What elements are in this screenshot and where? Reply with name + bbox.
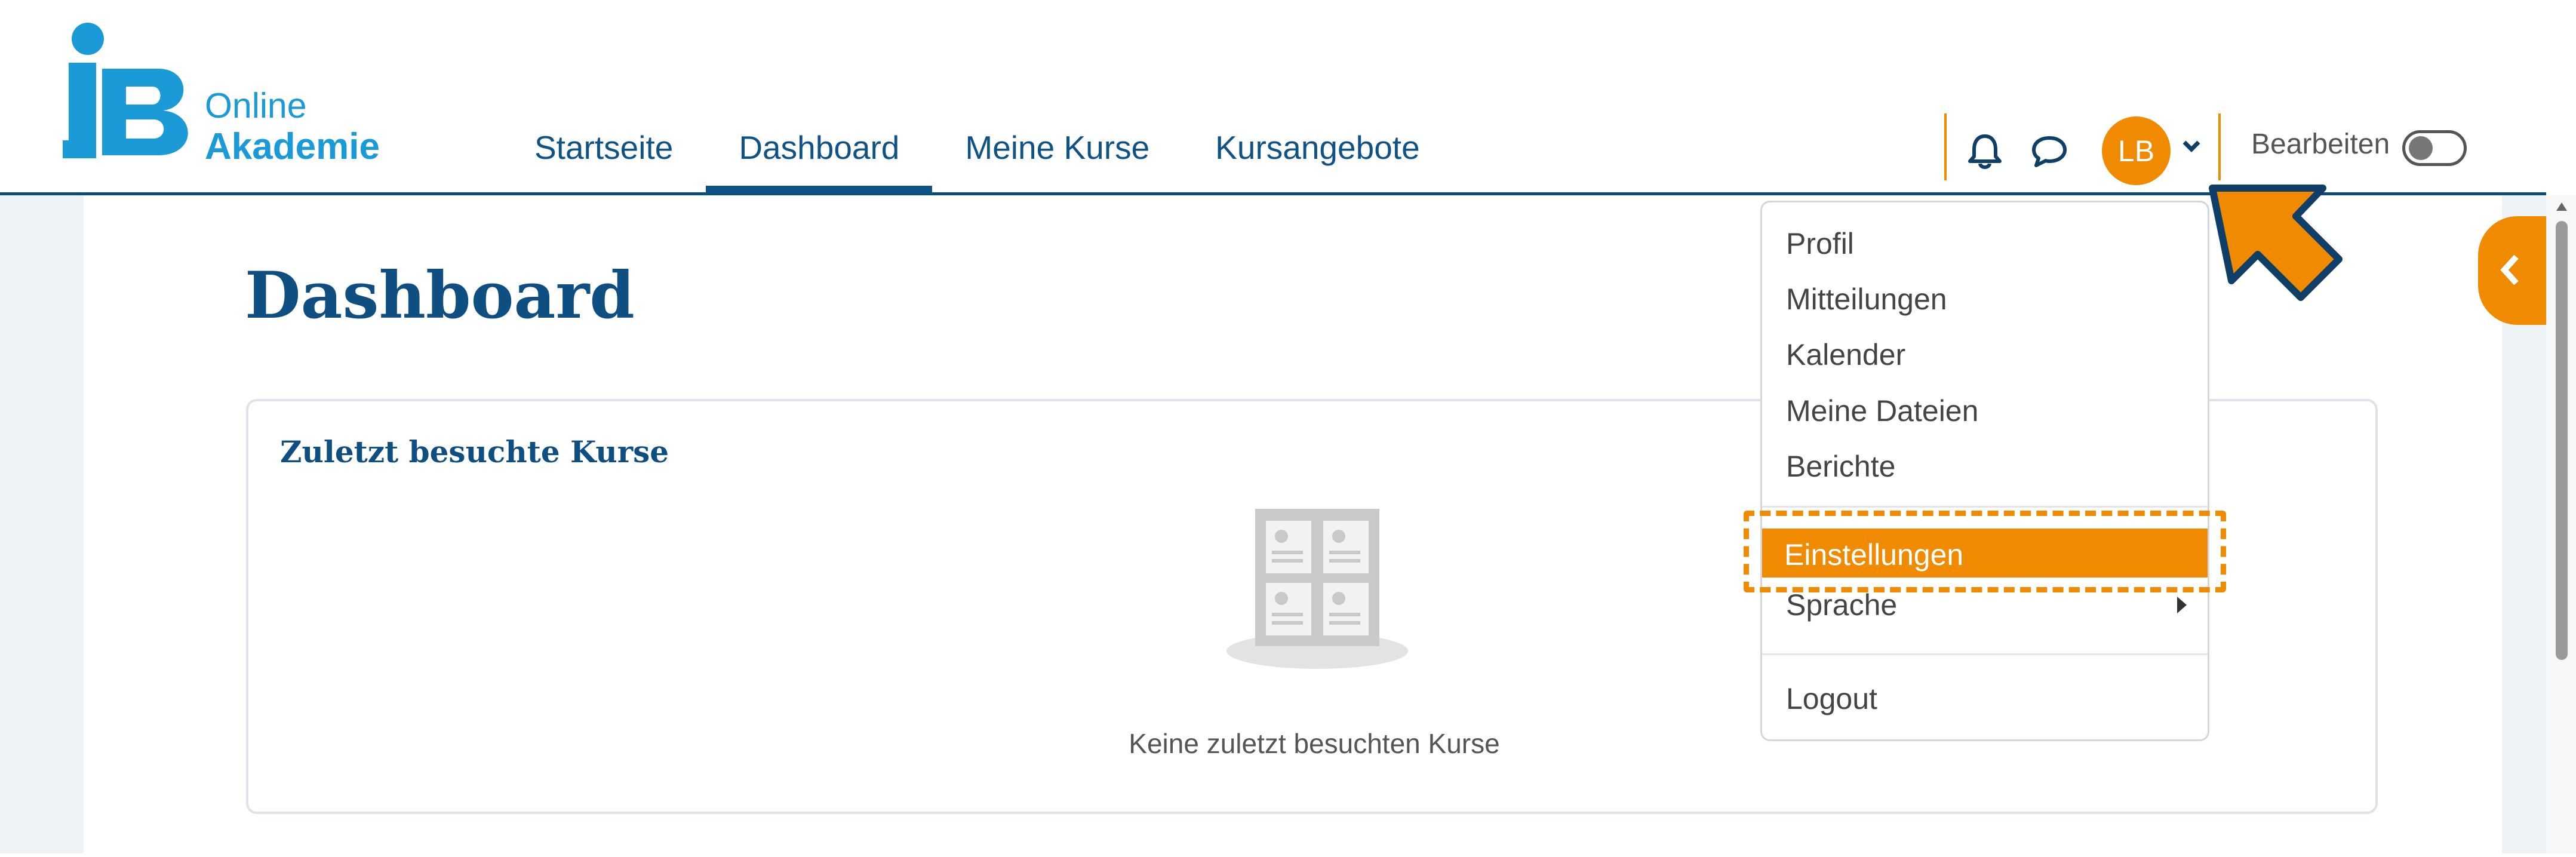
nav-divider bbox=[2218, 113, 2221, 180]
course-placeholder-icon bbox=[1226, 509, 1408, 669]
edit-mode-toggle[interactable] bbox=[2402, 130, 2467, 166]
menu-item-kalender[interactable]: Kalender bbox=[1786, 337, 1905, 372]
menu-separator bbox=[1762, 653, 2208, 655]
nav-dashboard[interactable]: Dashboard bbox=[706, 110, 933, 194]
nav-meine-kurse[interactable]: Meine Kurse bbox=[932, 110, 1182, 194]
arrow-pointer-icon bbox=[2209, 185, 2343, 301]
menu-separator bbox=[1762, 506, 2208, 508]
card-title: Zuletzt besuchte Kurse bbox=[280, 434, 669, 469]
nav-kursangebote[interactable]: Kursangebote bbox=[1182, 110, 1453, 194]
next-section-heading-clipped bbox=[246, 839, 545, 857]
chevron-down-icon[interactable] bbox=[2181, 139, 2202, 154]
menu-item-profil[interactable]: Profil bbox=[1786, 226, 1854, 261]
chevron-left-icon bbox=[2500, 254, 2519, 285]
edit-mode-label: Bearbeiten bbox=[2251, 128, 2390, 160]
submenu-caret-icon bbox=[2177, 597, 2187, 613]
nav-divider bbox=[1944, 113, 1947, 180]
menu-item-meine-dateien[interactable]: Meine Dateien bbox=[1786, 394, 1978, 428]
logo-text-akademie: Akademie bbox=[205, 126, 380, 167]
menu-item-logout[interactable]: Logout bbox=[1786, 681, 1877, 716]
bell-icon[interactable] bbox=[1968, 133, 2002, 170]
user-avatar[interactable]: LB bbox=[2102, 116, 2171, 185]
highlight-callout-box bbox=[1744, 511, 2226, 592]
user-dropdown-menu: Profil Mitteilungen Kalender Meine Datei… bbox=[1760, 201, 2209, 741]
menu-item-mitteilungen[interactable]: Mitteilungen bbox=[1786, 282, 1947, 317]
nav-startseite[interactable]: Startseite bbox=[502, 110, 706, 194]
scrollbar-thumb[interactable] bbox=[2556, 221, 2568, 660]
menu-item-berichte[interactable]: Berichte bbox=[1786, 449, 1895, 484]
brand-logo[interactable]: Online Akademie bbox=[63, 21, 397, 167]
menu-item-sprache[interactable]: Sprache bbox=[1786, 588, 1897, 622]
chat-bubble-icon[interactable] bbox=[2030, 134, 2068, 169]
navbar: Online Akademie Startseite Dashboard Mei… bbox=[0, 0, 2546, 195]
primary-navigation: Startseite Dashboard Meine Kurse Kursang… bbox=[502, 110, 1453, 194]
logo-text-online: Online bbox=[205, 86, 307, 125]
page-title: Dashboard bbox=[245, 258, 635, 333]
right-drawer-toggle[interactable] bbox=[2478, 216, 2546, 325]
toggle-knob bbox=[2409, 136, 2433, 160]
ib-logo-icon bbox=[63, 23, 188, 158]
left-gutter bbox=[0, 195, 84, 853]
scroll-up-arrow-icon[interactable] bbox=[2555, 201, 2568, 212]
